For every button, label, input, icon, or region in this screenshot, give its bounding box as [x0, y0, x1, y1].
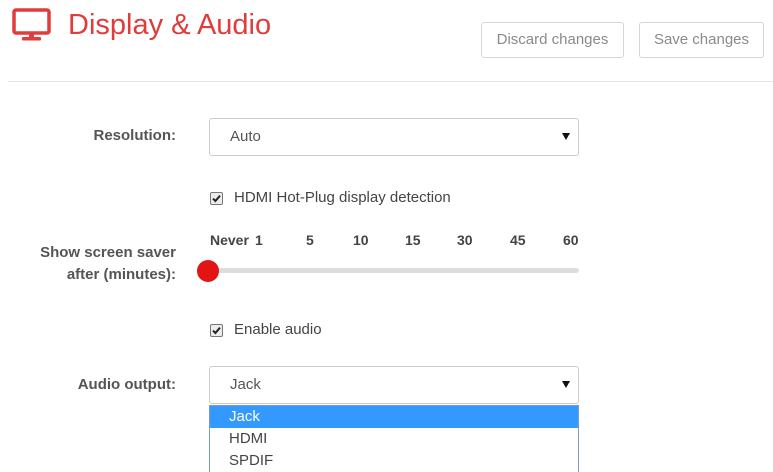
checkmark-icon — [212, 194, 221, 203]
save-changes-button[interactable]: Save changes — [639, 22, 764, 58]
dropdown-option-hdmi[interactable]: HDMI — [210, 428, 578, 450]
slider-tick-label: 30 — [457, 232, 473, 248]
audio-output-value: Jack — [230, 376, 261, 393]
screen-saver-slider-track[interactable] — [209, 268, 579, 273]
audio-output-select[interactable]: Jack — [209, 366, 579, 404]
audio-output-label: Audio output: — [77, 376, 176, 393]
slider-tick-label: 1 — [255, 232, 263, 248]
enable-audio-checkbox-row[interactable]: Enable audio — [210, 321, 330, 341]
screen-saver-slider-thumb[interactable] — [197, 260, 219, 282]
enable-audio-checkbox[interactable] — [210, 324, 223, 337]
slider-tick-label: Never — [210, 232, 249, 248]
resolution-select[interactable]: Auto — [209, 118, 579, 156]
slider-tick-label: 60 — [563, 232, 579, 248]
slider-tick-label: 10 — [353, 232, 369, 248]
resolution-value: Auto — [230, 128, 261, 145]
screen-saver-label: Show screen saver after (minutes): — [40, 244, 176, 283]
chevron-down-icon — [562, 381, 570, 388]
discard-changes-button[interactable]: Discard changes — [481, 22, 624, 58]
slider-tick-label: 5 — [306, 232, 314, 248]
enable-audio-label: Enable audio — [234, 321, 322, 338]
audio-output-dropdown-list: Jack HDMI SPDIF — [209, 405, 579, 472]
chevron-down-icon — [562, 133, 570, 140]
hdmi-hotplug-checkbox-row[interactable]: HDMI Hot-Plug display detection — [210, 189, 470, 209]
page-title: Display & Audio — [68, 9, 272, 41]
monitor-icon — [12, 8, 52, 44]
slider-tick-label: 45 — [510, 232, 526, 248]
dropdown-option-spdif[interactable]: SPDIF — [210, 450, 578, 472]
checkmark-icon — [212, 326, 221, 335]
dropdown-option-jack[interactable]: Jack — [210, 406, 578, 428]
slider-tick-label: 15 — [405, 232, 421, 248]
header-divider — [8, 81, 773, 82]
hdmi-hotplug-checkbox[interactable] — [210, 192, 223, 205]
resolution-label: Resolution: — [93, 127, 177, 144]
hdmi-hotplug-label: HDMI Hot-Plug display detection — [234, 189, 451, 206]
